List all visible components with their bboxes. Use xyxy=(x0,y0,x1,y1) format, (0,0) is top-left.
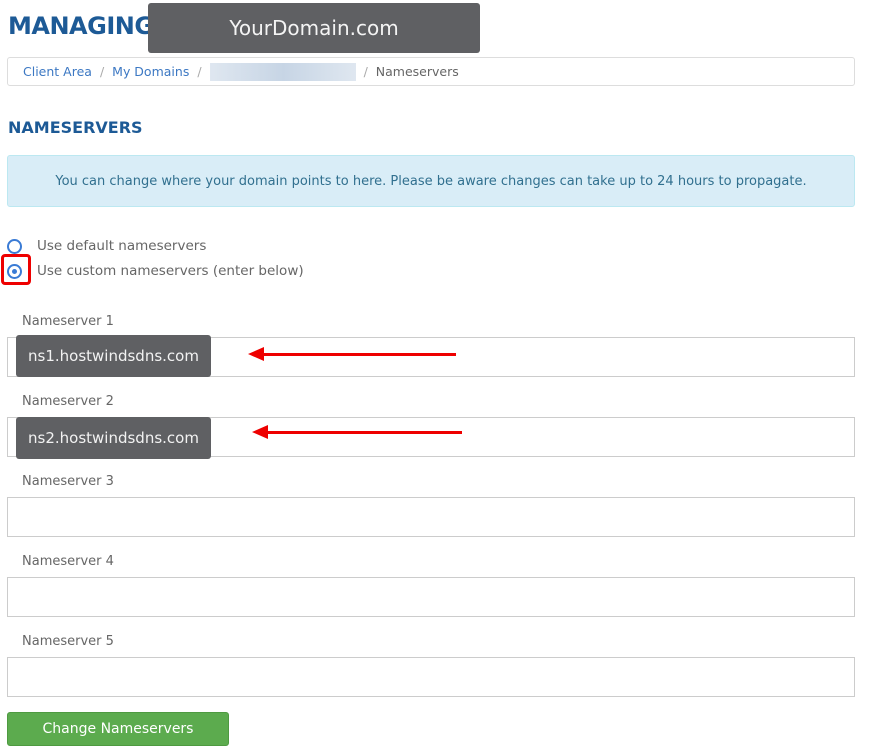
nameserver-3-label: Nameserver 3 xyxy=(22,474,114,489)
annotation-highlight-box xyxy=(1,254,31,285)
page-title: MANAGING xyxy=(8,12,154,40)
nameserver-3-input[interactable] xyxy=(7,497,855,537)
breadcrumb-client-area[interactable]: Client Area xyxy=(23,64,92,79)
nameserver-4-input[interactable] xyxy=(7,577,855,617)
nameserver-2-label: Nameserver 2 xyxy=(22,394,114,409)
annotation-arrow-icon xyxy=(248,347,456,361)
breadcrumb-current: Nameservers xyxy=(375,64,459,79)
info-alert: You can change where your domain points … xyxy=(7,155,855,207)
breadcrumb-separator: / xyxy=(363,64,368,79)
domain-name: YourDomain.com xyxy=(148,3,480,53)
annotation-arrow-icon xyxy=(252,425,462,439)
breadcrumb-my-domains[interactable]: My Domains xyxy=(112,64,189,79)
nameserver-1-value: ns1.hostwindsdns.com xyxy=(16,335,211,377)
breadcrumb: Client Area / My Domains / / Nameservers xyxy=(7,57,855,86)
breadcrumb-separator: / xyxy=(99,64,105,79)
nameserver-2-value: ns2.hostwindsdns.com xyxy=(16,417,211,459)
radio-custom-nameservers[interactable]: Use custom nameservers (enter below) xyxy=(7,263,304,279)
nameserver-5-label: Nameserver 5 xyxy=(22,634,114,649)
radio-icon[interactable] xyxy=(7,238,22,254)
change-nameservers-button[interactable]: Change Nameservers xyxy=(7,712,229,746)
nameserver-1-label: Nameserver 1 xyxy=(22,314,114,329)
breadcrumb-domain-blurred[interactable] xyxy=(209,62,356,81)
radio-default-nameservers[interactable]: Use default nameservers xyxy=(7,238,206,254)
section-title: NAMESERVERS xyxy=(8,118,143,137)
breadcrumb-separator: / xyxy=(197,64,202,79)
nameserver-5-input[interactable] xyxy=(7,657,855,697)
nameserver-4-label: Nameserver 4 xyxy=(22,554,114,569)
radio-label: Use default nameservers xyxy=(37,238,207,254)
radio-label: Use custom nameservers (enter below) xyxy=(37,263,304,279)
